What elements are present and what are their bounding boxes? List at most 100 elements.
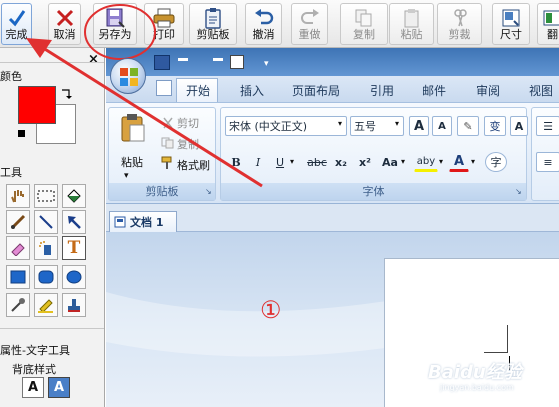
redo-icon — [300, 9, 319, 24]
highlight-dropdown-icon[interactable]: ▾ — [439, 157, 443, 166]
font-color-dropdown-icon[interactable]: ▾ — [471, 157, 475, 166]
bg-style-filled-option[interactable]: A — [48, 377, 70, 398]
paste-label[interactable]: 粘贴 — [121, 154, 143, 170]
copy-label[interactable]: 复制 — [177, 136, 199, 152]
document-tab[interactable]: 文档 1 — [109, 211, 177, 232]
done-label: 完成 — [5, 28, 28, 41]
annotation-step-marker: ① — [260, 296, 282, 324]
char-border-button[interactable]: A — [510, 116, 528, 136]
tab-view[interactable]: 视图 — [529, 82, 553, 99]
highlight-button[interactable]: aby — [414, 152, 438, 172]
copy-button[interactable]: 复制 — [340, 3, 388, 45]
watermark-url: jingyan.baidu.com — [440, 383, 514, 392]
bg-style-plain-option[interactable]: A — [22, 377, 44, 398]
font-name-select[interactable]: 宋体 (中文正文) — [225, 116, 347, 136]
tab-review[interactable]: 审阅 — [476, 82, 500, 99]
italic-button[interactable]: I — [249, 152, 267, 172]
crop-icon — [453, 9, 467, 27]
default-colors-icon[interactable] — [18, 130, 25, 137]
primary-color-swatch[interactable] — [18, 86, 56, 124]
swap-colors-icon[interactable] — [60, 88, 72, 100]
qat-dropdown-icon[interactable]: ▾ — [264, 59, 269, 69]
printer-icon — [153, 8, 175, 28]
spray-tool-icon[interactable] — [34, 236, 58, 260]
office-button[interactable] — [110, 58, 146, 94]
flip-button[interactable]: 翻 — [537, 3, 559, 45]
tab-insert[interactable]: 插入 — [240, 82, 264, 99]
rounded-rect-tool-icon[interactable] — [34, 265, 58, 289]
case-dropdown-icon[interactable]: ▾ — [401, 157, 405, 166]
tab-mailings[interactable]: 邮件 — [422, 82, 446, 99]
document-icon — [114, 216, 126, 228]
panel-close-icon[interactable]: × — [88, 52, 99, 67]
panel-divider — [0, 62, 104, 63]
resize-icon — [502, 9, 520, 27]
phonetic-guide-button[interactable]: 变 — [484, 116, 506, 136]
qat-redo-icon[interactable] — [213, 58, 223, 61]
brush-tool-icon[interactable] — [6, 210, 30, 234]
font-launcher-icon[interactable]: ↘ — [515, 187, 522, 196]
clear-format-button[interactable]: ✎ — [457, 116, 479, 136]
paste-button[interactable]: 粘贴 — [389, 3, 434, 45]
paste-dropdown-icon[interactable]: ▾ — [124, 171, 129, 181]
save-as-button[interactable]: 另存为 — [93, 3, 137, 45]
clipboard-launcher-icon[interactable]: ↘ — [205, 187, 212, 196]
underline-dropdown-icon[interactable]: ▾ — [290, 157, 294, 166]
tab-references[interactable]: 引用 — [370, 82, 394, 99]
ellipse-tool-icon[interactable] — [62, 265, 86, 289]
clipboard-button[interactable]: 剪贴板 — [189, 3, 237, 45]
stamp-tool-icon[interactable] — [62, 293, 86, 317]
font-color-button[interactable]: A — [449, 152, 469, 172]
bold-button[interactable]: B — [227, 152, 245, 172]
bg-style-label: 背底样式 — [12, 363, 56, 376]
format-painter-label[interactable]: 格式刷 — [177, 157, 210, 173]
fill-tool-icon[interactable] — [62, 184, 86, 208]
tools-label: 工具 — [0, 166, 22, 179]
cut-icon — [163, 117, 173, 129]
resize-button[interactable]: 尺寸 — [492, 3, 530, 45]
enclose-char-button[interactable]: 字 — [485, 152, 507, 172]
font-group: 宋体 (中文正文) ▾ 五号 ▾ A A ✎ 变 A B I U ▾ abc x… — [220, 107, 528, 201]
ribbon-file-icon[interactable] — [156, 80, 172, 96]
crop-button[interactable]: 剪裁 — [437, 3, 482, 45]
grow-font-button[interactable]: A — [409, 116, 429, 136]
shrink-font-button[interactable]: A — [432, 116, 452, 136]
clipboard-label: 剪贴板 — [196, 28, 230, 41]
main-toolbar: 完成 取消 另存为 打印 剪贴板 撤消 重做 复制 粘贴 剪裁 尺寸 翻 — [0, 0, 559, 48]
font-name-dropdown-icon[interactable]: ▾ — [338, 119, 342, 128]
underline-button[interactable]: U — [271, 152, 289, 172]
change-case-button[interactable]: Aa — [379, 152, 401, 172]
paste-big-icon — [121, 114, 145, 142]
tab-page-layout[interactable]: 页面布局 — [292, 82, 340, 99]
select-rect-tool-icon[interactable] — [34, 184, 58, 208]
eyedropper-tool-icon[interactable] — [6, 293, 30, 317]
watermark-text: Baidu经验 — [428, 362, 522, 383]
undo-button[interactable]: 撤消 — [245, 3, 282, 45]
copy-small-icon — [161, 137, 174, 149]
left-tool-panel: × 颜色 工具 T 属性-文字工具 背底样式 A A — [0, 48, 105, 407]
cancel-button[interactable]: 取消 — [48, 3, 81, 45]
qat-save-icon[interactable] — [154, 55, 170, 70]
strikethrough-button[interactable]: abc — [305, 152, 329, 172]
cut-label[interactable]: 剪切 — [177, 115, 199, 131]
align-left-button[interactable]: ≡ — [536, 152, 559, 172]
redo-button[interactable]: 重做 — [291, 3, 328, 45]
tab-home[interactable]: 开始 — [186, 82, 210, 99]
highlighter-tool-icon[interactable] — [34, 293, 58, 317]
arrow-tool-icon[interactable] — [62, 210, 86, 234]
hand-tool-icon[interactable] — [6, 184, 30, 208]
superscript-button[interactable]: x² — [355, 152, 375, 172]
ribbon: 粘贴 ▾ 剪切 复制 格式刷 剪贴板 ↘ 宋体 (中文正文) ▾ 五号 ▾ A … — [106, 102, 559, 204]
print-button[interactable]: 打印 — [144, 3, 184, 45]
qat-undo-icon[interactable] — [178, 58, 188, 61]
qat-preview-icon[interactable] — [230, 55, 244, 69]
subscript-button[interactable]: x₂ — [331, 152, 351, 172]
redo-label: 重做 — [298, 28, 321, 41]
text-tool-icon[interactable]: T — [62, 236, 86, 260]
font-size-dropdown-icon[interactable]: ▾ — [395, 119, 399, 128]
eraser-tool-icon[interactable] — [6, 236, 30, 260]
bullets-button[interactable]: ☰ — [536, 116, 559, 136]
rectangle-tool-icon[interactable] — [6, 265, 30, 289]
line-tool-icon[interactable] — [34, 210, 58, 234]
done-button[interactable]: 完成 — [1, 3, 32, 45]
